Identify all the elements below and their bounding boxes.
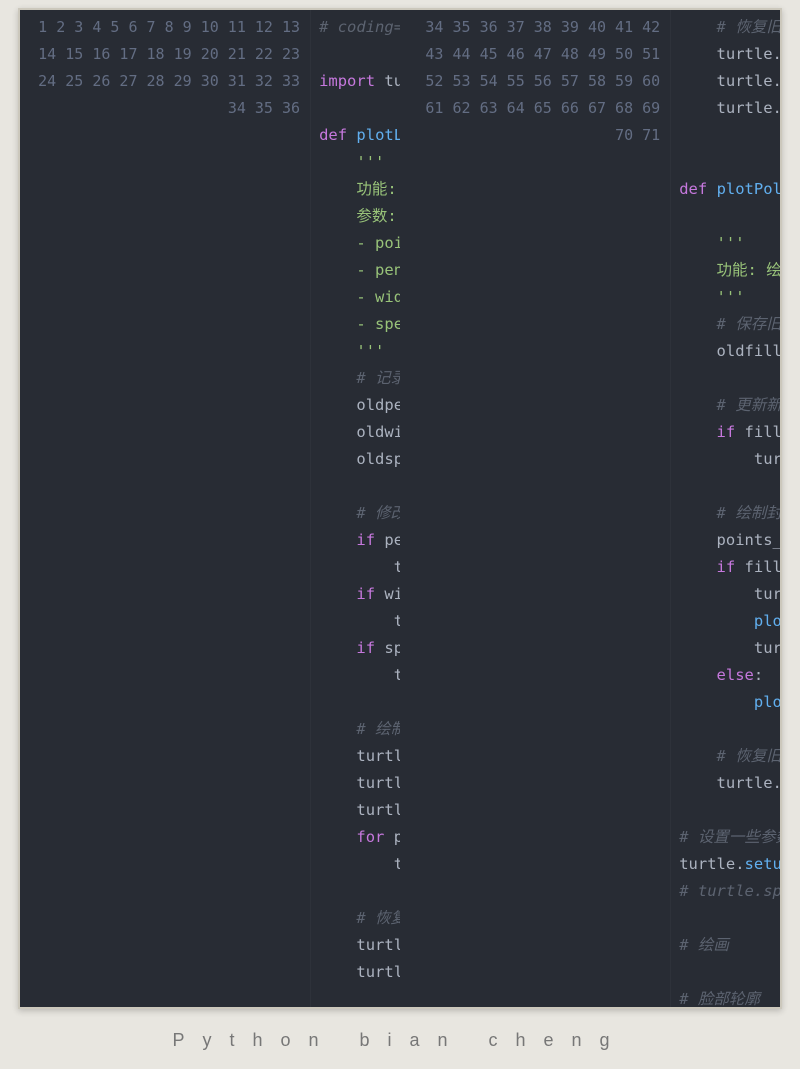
code-line: turtle.down() <box>319 797 400 824</box>
code-line: oldwidth = turtle.width( <box>319 419 400 446</box>
code-line: if fillcolor is not None: <box>679 419 780 446</box>
code-line: else: <box>679 662 780 689</box>
code-line: turtle.begin_fill() <box>679 581 780 608</box>
code-line: # 恢复旧参数 <box>679 14 780 41</box>
code-line: oldfillcolor = turtle.fillcolor() <box>679 338 780 365</box>
code-line <box>679 959 780 986</box>
code-line: - pencolor : 画笔颜色，默 <box>319 257 400 284</box>
code-line: # 脸部轮廓 <box>679 986 780 1007</box>
left-pane: 1 2 3 4 5 6 7 8 9 10 11 12 13 14 15 16 1… <box>20 10 400 1007</box>
code-line: # 修改新参数 <box>319 500 400 527</box>
code-line: turtle.end_fill() <box>679 635 780 662</box>
code-line: width=None, speed=None): <box>679 203 780 230</box>
code-line <box>679 122 780 149</box>
code-line: - speed : 绘制速度，默认不 <box>319 311 400 338</box>
code-line: turtle.goto(point) <box>319 851 400 878</box>
code-line: turtle.width(width) <box>319 608 400 635</box>
code-line: turtle.speed(oldspeed) <box>679 95 780 122</box>
code-line: if pencolor is not None: <box>319 527 400 554</box>
code-line: plotLine(points_plotline, pencolor, <box>679 608 780 635</box>
code-line <box>679 365 780 392</box>
code-line: for point in points[1:]: <box>319 824 400 851</box>
code-line: # coding=gbk <box>319 14 400 41</box>
code-right[interactable]: # 恢复旧参数 turtle.pencolor(oldpencolor) tur… <box>671 10 780 1007</box>
code-line: ''' <box>679 284 780 311</box>
code-line: # turtle.speed(100) <box>679 878 780 905</box>
code-line: ''' <box>679 230 780 257</box>
code-line: # 恢复旧参数 <box>319 905 400 932</box>
code-line: turtle.pencolor(penc <box>319 554 400 581</box>
code-line: turtle.fillcolor(oldfillcolor) <box>679 770 780 797</box>
code-line: # 保存旧参数 <box>679 311 780 338</box>
code-line: ''' <box>319 338 400 365</box>
code-line: def plotLine(points, pencolo <box>319 122 400 149</box>
code-line: # 更新新参数 <box>679 392 780 419</box>
code-line: - width : 画笔宽度，默认不 <box>319 284 400 311</box>
code-line <box>679 905 780 932</box>
code-line <box>319 473 400 500</box>
split-editor: 1 2 3 4 5 6 7 8 9 10 11 12 13 14 15 16 1… <box>20 10 780 1007</box>
code-line <box>319 41 400 68</box>
code-line: oldpencolor = turtle.pen <box>319 392 400 419</box>
code-line: turtle.pencolor(oldpencolor) <box>679 41 780 68</box>
code-line: # 绘画 <box>679 932 780 959</box>
code-line <box>319 689 400 716</box>
code-line: import turtle <box>319 68 400 95</box>
editor-frame: 1 2 3 4 5 6 7 8 9 10 11 12 13 14 15 16 1… <box>18 8 782 1009</box>
code-line: 参数: <box>319 203 400 230</box>
code-line: # 设置一些参数 <box>679 824 780 851</box>
code-line: 功能: 画折线 <box>319 176 400 203</box>
code-line: turtle.pencolor(oldpenco <box>319 932 400 959</box>
gutter-left: 1 2 3 4 5 6 7 8 9 10 11 12 13 14 15 16 1… <box>20 10 311 1007</box>
code-line: def plotPoly(points, fill=False, pencolo… <box>679 176 780 203</box>
code-line: 功能: 绘制封闭多边形 <box>679 257 780 284</box>
code-line: turtle.up() <box>319 743 400 770</box>
code-line: turtle.goto(points[0]) <box>319 770 400 797</box>
code-line: # 记录旧参数 <box>319 365 400 392</box>
code-line: plotLine(points_plotline, pencolor, <box>679 689 780 716</box>
code-line <box>319 95 400 122</box>
footer-caption: Python bian cheng <box>0 1030 800 1051</box>
code-line: turtle.width(oldwidth) <box>319 959 400 986</box>
code-line: # 绘制折线 <box>319 716 400 743</box>
gutter-right: 34 35 36 37 38 39 40 41 42 43 44 45 46 4… <box>400 10 671 1007</box>
right-pane: 34 35 36 37 38 39 40 41 42 43 44 45 46 4… <box>400 10 780 1007</box>
code-line: points_plotline = list(points) + [point <box>679 527 780 554</box>
code-line: ''' <box>319 149 400 176</box>
code-line <box>319 878 400 905</box>
code-line <box>679 716 780 743</box>
code-line: turtle.fillcolor(fillcolor) <box>679 446 780 473</box>
code-line <box>679 797 780 824</box>
code-line <box>679 149 780 176</box>
code-line: if fill: <box>679 554 780 581</box>
code-line: - points : 一系列点，用列 <box>319 230 400 257</box>
code-line: turtle.width(oldwidth) <box>679 68 780 95</box>
code-left[interactable]: # coding=gbk import turtle def plotLine(… <box>311 10 400 1007</box>
code-line: oldspeed = turtle.speed( <box>319 446 400 473</box>
code-line: if width is not None: <box>319 581 400 608</box>
code-line: turtle.setup(680, 680) <box>679 851 780 878</box>
code-line: # 恢复旧参数 <box>679 743 780 770</box>
code-line: if speed is not None: <box>319 635 400 662</box>
code-line: # 绘制封闭多边形 <box>679 500 780 527</box>
code-line: turtle.speed(speed) <box>319 662 400 689</box>
code-line <box>679 473 780 500</box>
